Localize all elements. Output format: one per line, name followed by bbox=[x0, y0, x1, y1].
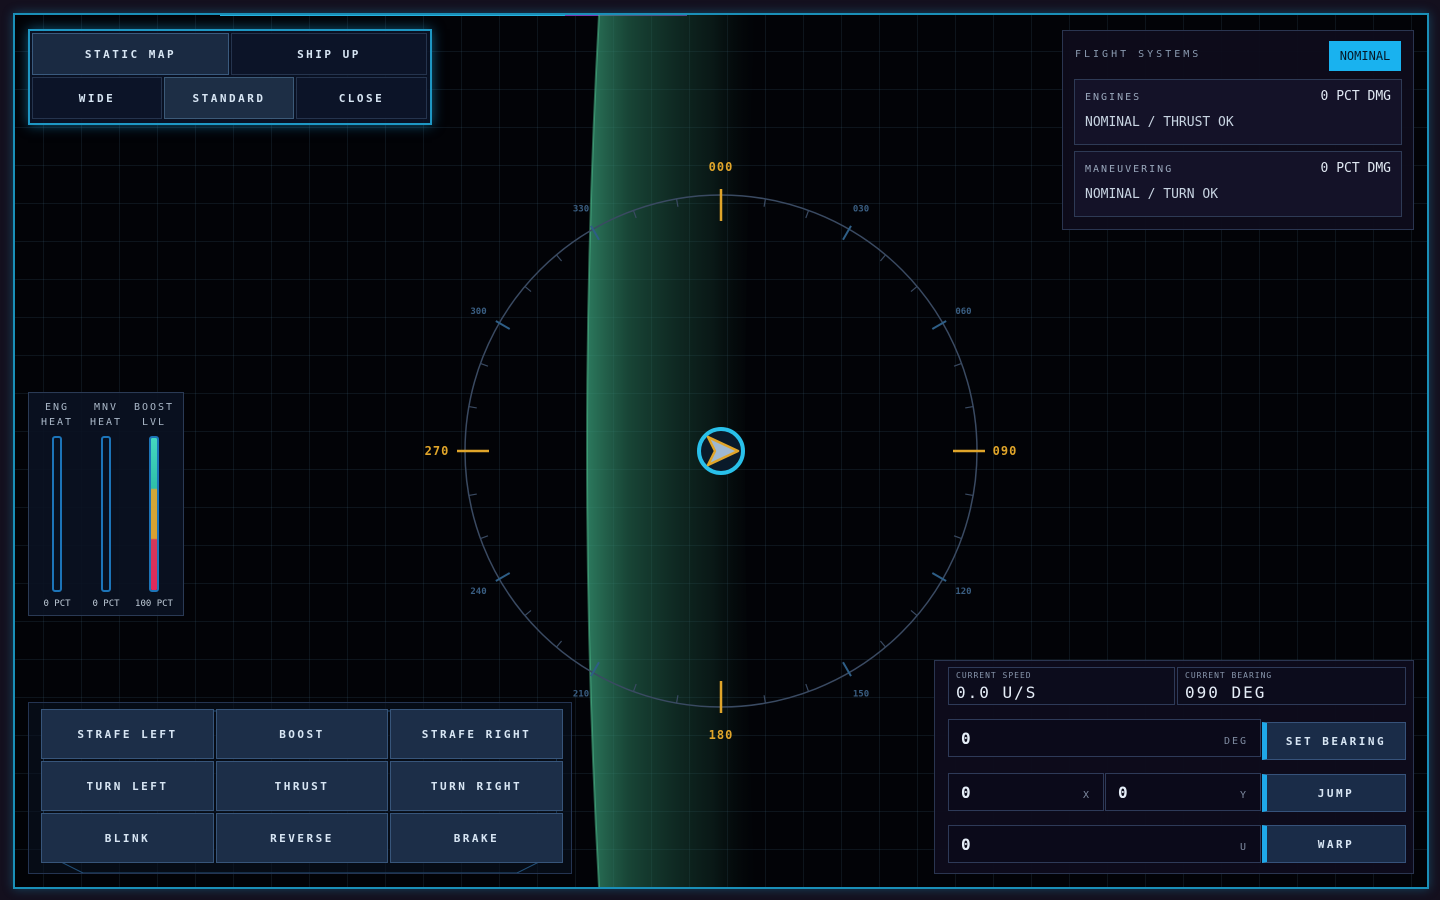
turn-left-button[interactable]: TURN LEFT bbox=[41, 761, 214, 811]
engines-status: NOMINAL / THRUST OK bbox=[1085, 115, 1234, 130]
thrust-button[interactable]: THRUST bbox=[216, 761, 388, 811]
compass-tick bbox=[805, 210, 810, 219]
boost-button[interactable]: BOOST bbox=[216, 709, 388, 759]
compass-tick bbox=[632, 210, 637, 219]
jump-x-input[interactable]: 0 X bbox=[948, 773, 1104, 811]
compass-tick bbox=[632, 683, 637, 692]
speed-value: 0.0 U/S bbox=[956, 683, 1038, 702]
compass-tick bbox=[555, 640, 563, 648]
maneuvering-status: NOMINAL / TURN OK bbox=[1085, 187, 1219, 202]
warp-button[interactable]: WARP bbox=[1262, 825, 1406, 863]
compass-cardinal-label: 180 bbox=[709, 728, 734, 742]
compass-tick bbox=[480, 362, 489, 367]
engine-heat-gauge: ENG HEAT 0 PCT bbox=[32, 393, 82, 615]
compass-tick bbox=[468, 493, 477, 497]
reverse-button[interactable]: REVERSE bbox=[216, 813, 388, 863]
strafe-right-button[interactable]: STRAFE RIGHT bbox=[390, 709, 563, 759]
jump-y-input[interactable]: 0 Y bbox=[1105, 773, 1261, 811]
heat-gauges-panel: ENG HEAT 0 PCT MNV HEAT 0 PCT BOOST LVL 100… bbox=[28, 392, 184, 616]
strafe-left-button[interactable]: STRAFE LEFT bbox=[41, 709, 214, 759]
ship-up-button[interactable]: SHIP UP bbox=[231, 33, 427, 75]
set-bearing-button[interactable]: SET BEARING bbox=[1262, 722, 1406, 760]
compass-minor-label: 060 bbox=[955, 307, 971, 317]
compass-tick bbox=[675, 695, 679, 704]
compass-minor-label: 150 bbox=[853, 689, 869, 699]
compass-minor-label: 120 bbox=[955, 587, 971, 597]
compass-tick bbox=[910, 285, 918, 293]
tactical-map[interactable]: 000 090 180 270 030 060 120 150 210 240 300 330 STA… bbox=[13, 13, 1429, 889]
y-unit: Y bbox=[1239, 790, 1248, 801]
gauge-label: BOOST bbox=[133, 402, 175, 413]
engines-card: ENGINES 0 PCT DMG NOMINAL / THRUST OK bbox=[1074, 79, 1402, 145]
gauge-label: HEAT bbox=[40, 417, 74, 428]
compass-minor-label: 240 bbox=[470, 587, 486, 597]
bearing-readout: CURRENT BEARING 090 DEG bbox=[1177, 667, 1406, 705]
turn-right-button[interactable]: TURN RIGHT bbox=[390, 761, 563, 811]
close-zoom-button[interactable]: CLOSE bbox=[296, 77, 427, 119]
gauge-label: HEAT bbox=[89, 417, 123, 428]
compass-tick bbox=[965, 493, 974, 497]
compass-tick bbox=[675, 198, 679, 207]
compass-minor-label: 330 bbox=[573, 205, 589, 215]
compass-tick bbox=[953, 535, 962, 540]
bearing-value: 090 DEG bbox=[1185, 683, 1267, 702]
compass-tick bbox=[910, 609, 918, 617]
warp-unit: U bbox=[1239, 842, 1248, 853]
compass-tick bbox=[805, 683, 810, 692]
engines-damage: 0 PCT DMG bbox=[1320, 89, 1391, 104]
gauge-value: 0 PCT bbox=[92, 599, 120, 609]
compass-tick bbox=[524, 285, 532, 293]
speed-label: CURRENT SPEED bbox=[956, 671, 1032, 680]
speed-readout: CURRENT SPEED 0.0 U/S bbox=[948, 667, 1175, 705]
bearing-input[interactable]: 0 DEG bbox=[948, 719, 1261, 757]
engines-label: ENGINES bbox=[1085, 92, 1142, 103]
view-mode-panel: STATIC MAP SHIP UP WIDE STANDARD CLOSE bbox=[28, 29, 432, 125]
gauge-bar bbox=[149, 436, 159, 592]
compass-minor-label: 210 bbox=[573, 689, 589, 699]
static-map-button[interactable]: STATIC MAP bbox=[32, 33, 229, 75]
compass-tick bbox=[555, 254, 563, 262]
compass-cardinal-label: 000 bbox=[709, 160, 734, 174]
wide-zoom-button[interactable]: WIDE bbox=[32, 77, 162, 119]
gauge-value: 0 PCT bbox=[43, 599, 71, 609]
compass-minor-label: 300 bbox=[470, 307, 486, 317]
maneuver-heat-gauge: MNV HEAT 0 PCT bbox=[81, 393, 131, 615]
compass-tick bbox=[524, 609, 532, 617]
bearing-unit: DEG bbox=[1223, 736, 1248, 747]
compass-minor-label: 030 bbox=[853, 205, 869, 215]
gauge-label: LVL bbox=[141, 417, 167, 428]
status-badge: NOMINAL bbox=[1329, 41, 1401, 71]
compass-tick bbox=[468, 405, 477, 409]
flight-systems-panel: FLIGHT SYSTEMS NOMINAL ENGINES 0 PCT DMG… bbox=[1062, 30, 1414, 230]
boost-level-gauge: BOOST LVL 100 PCT bbox=[129, 393, 179, 615]
compass-cardinal-label: 090 bbox=[993, 444, 1018, 458]
maneuvering-card: MANEUVERING 0 PCT DMG NOMINAL / TURN OK bbox=[1074, 151, 1402, 217]
movement-controls-panel: STRAFE LEFT BOOST STRAFE RIGHT TURN LEFT… bbox=[28, 702, 572, 874]
compass-tick bbox=[965, 405, 974, 409]
x-unit: X bbox=[1082, 790, 1091, 801]
compass-cardinal-label: 270 bbox=[425, 444, 450, 458]
warp-input[interactable]: 0 U bbox=[948, 825, 1261, 863]
gauge-label: ENG bbox=[44, 402, 70, 413]
gauge-value: 100 PCT bbox=[135, 599, 173, 609]
blink-button[interactable]: BLINK bbox=[41, 813, 214, 863]
gauge-bar bbox=[52, 436, 62, 592]
gauge-label: MNV bbox=[93, 402, 119, 413]
gauge-bar bbox=[101, 436, 111, 592]
maneuvering-label: MANEUVERING bbox=[1085, 164, 1174, 175]
flight-systems-title: FLIGHT SYSTEMS bbox=[1075, 49, 1202, 60]
compass-tick bbox=[953, 362, 962, 367]
ship-marker[interactable] bbox=[697, 427, 745, 475]
compass-tick bbox=[879, 254, 887, 262]
jump-button[interactable]: JUMP bbox=[1262, 774, 1406, 812]
brake-button[interactable]: BRAKE bbox=[390, 813, 563, 863]
navigation-panel: CURRENT SPEED 0.0 U/S CURRENT BEARING 09… bbox=[934, 660, 1414, 874]
compass-tick bbox=[763, 695, 767, 704]
maneuvering-damage: 0 PCT DMG bbox=[1320, 161, 1391, 176]
bearing-label: CURRENT BEARING bbox=[1185, 671, 1273, 680]
compass-tick bbox=[480, 535, 489, 540]
compass-tick bbox=[879, 640, 887, 648]
standard-zoom-button[interactable]: STANDARD bbox=[164, 77, 294, 119]
compass-tick bbox=[763, 198, 767, 207]
